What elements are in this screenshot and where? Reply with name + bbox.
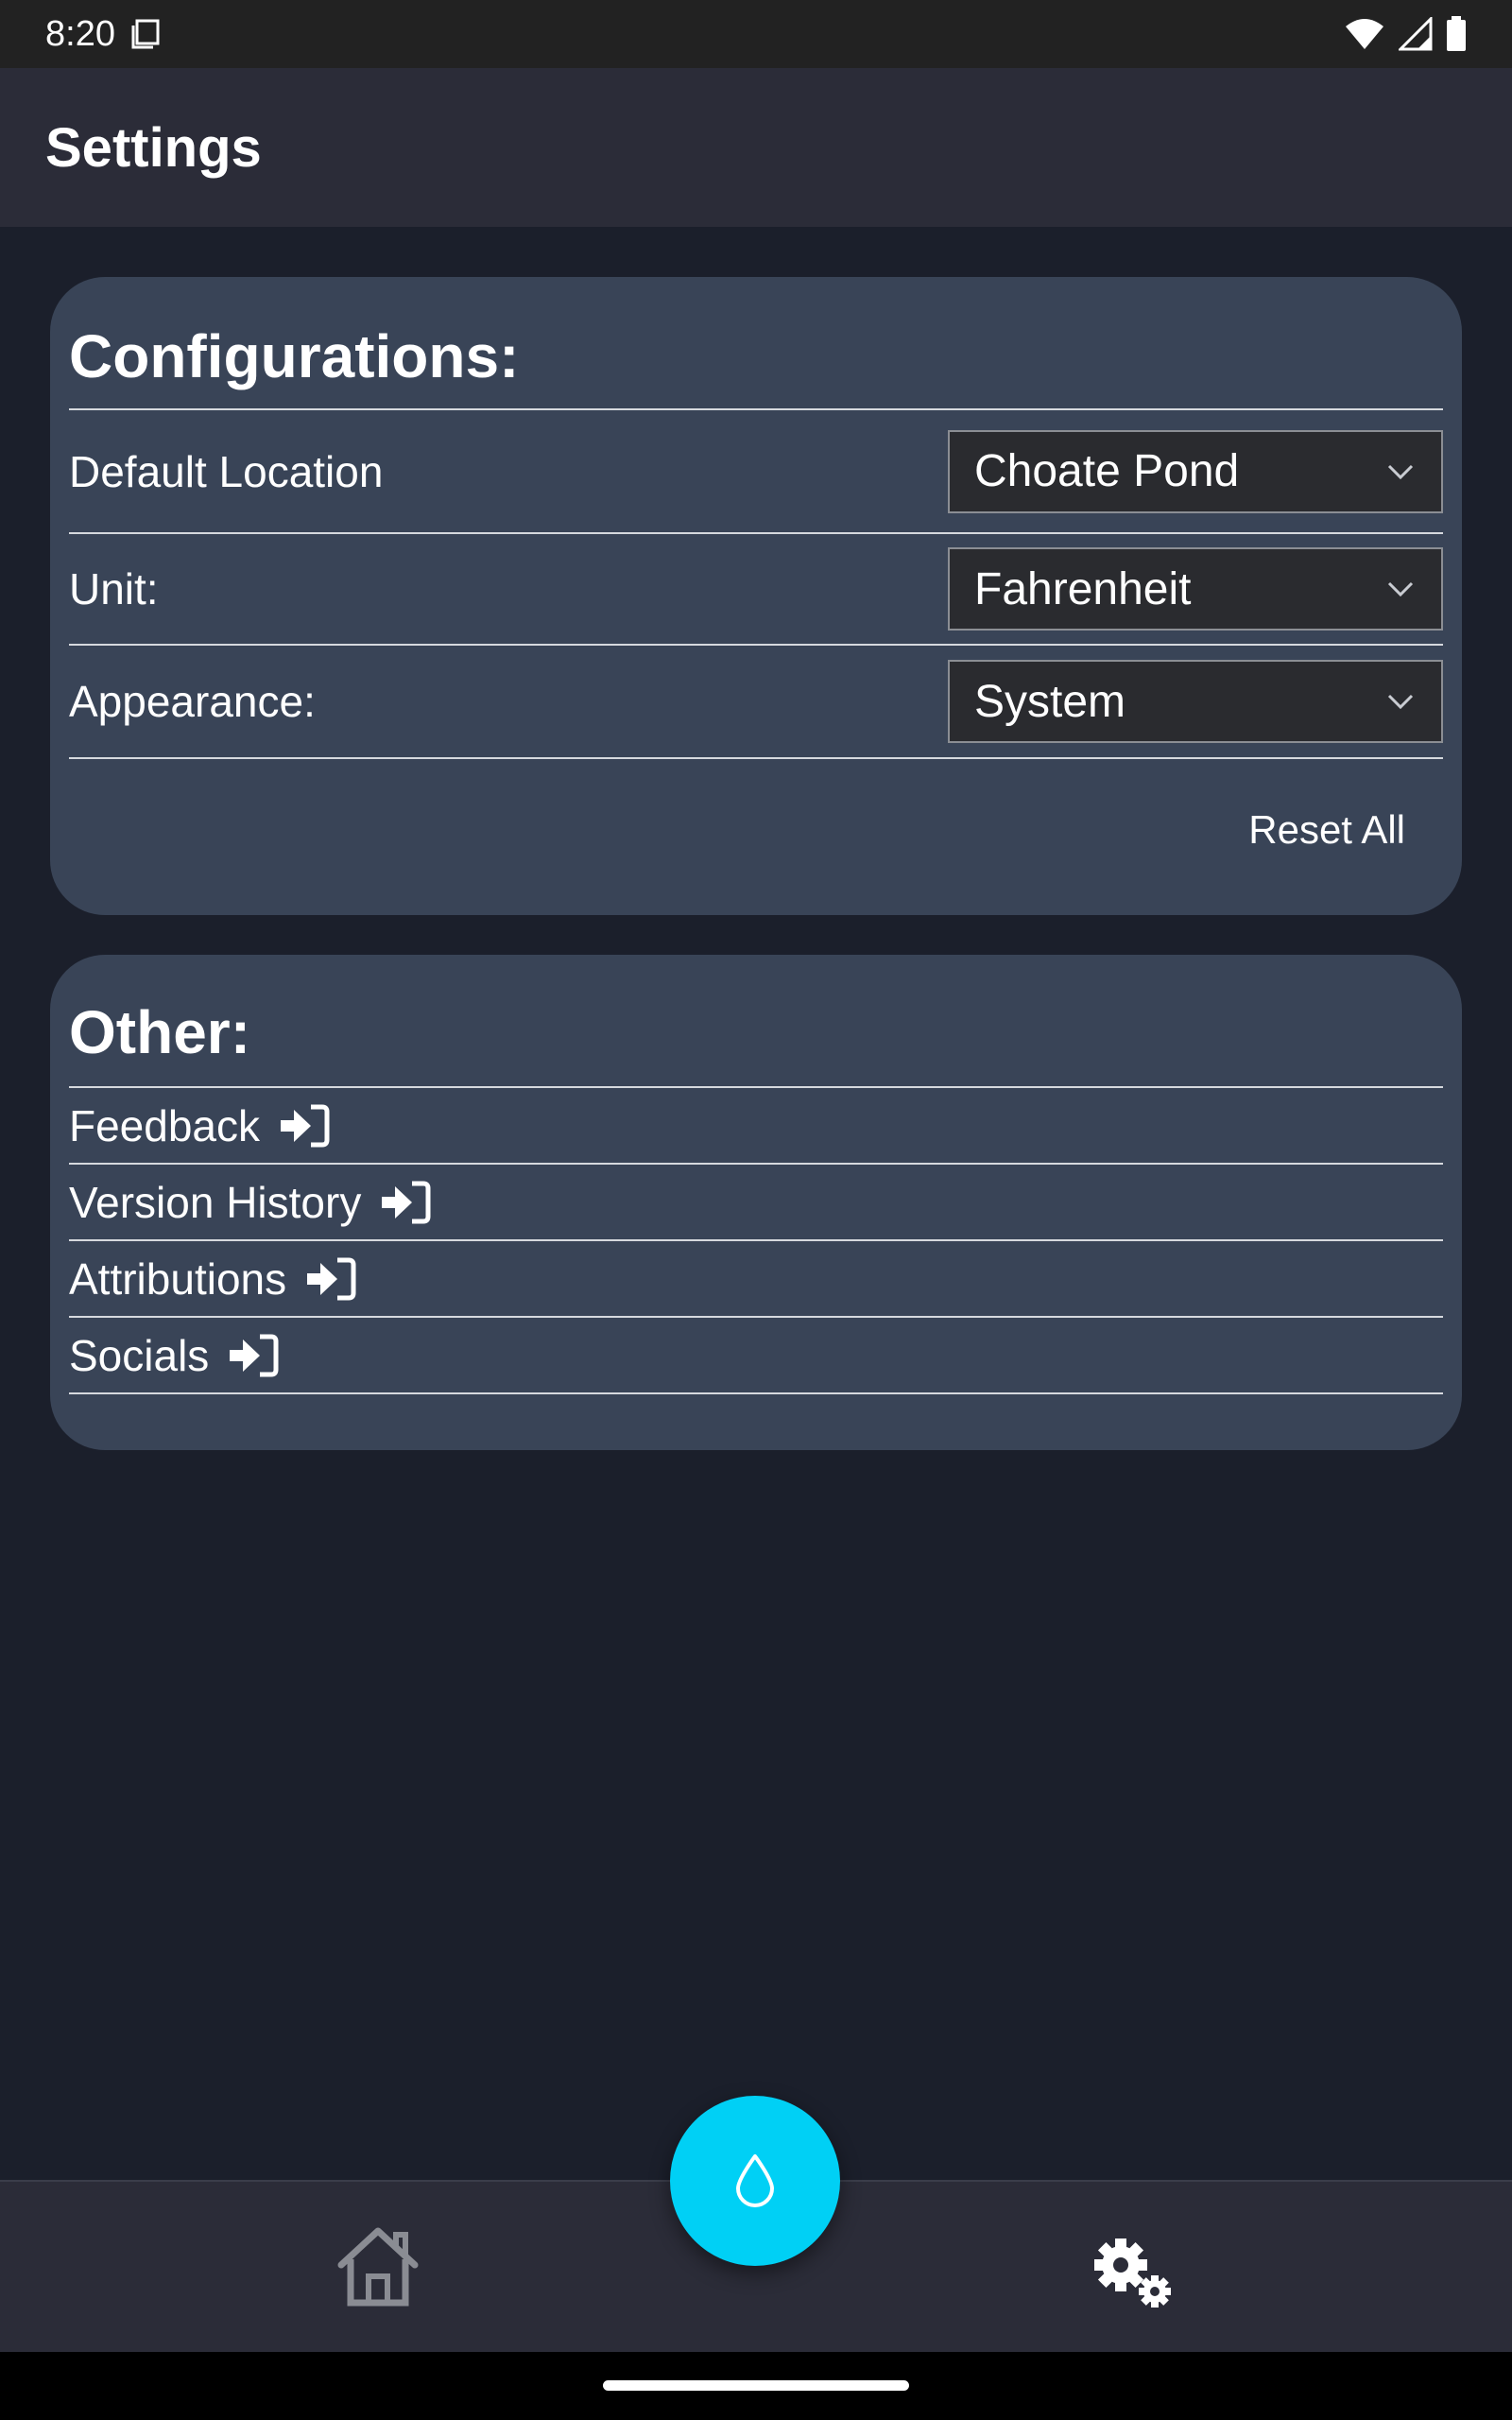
- battery-icon: [1447, 16, 1466, 51]
- chevron-down-icon: [1387, 694, 1414, 710]
- chevron-down-icon: [1387, 581, 1414, 597]
- configurations-card: Configurations: Default Location Choate …: [50, 277, 1462, 915]
- unit-value: Fahrenheit: [974, 563, 1192, 614]
- unit-select[interactable]: Fahrenheit: [948, 547, 1443, 631]
- unit-label: Unit:: [69, 564, 159, 614]
- home-gesture-pill[interactable]: [603, 2380, 909, 2391]
- gesture-area: [0, 2352, 1512, 2420]
- unit-row: Unit: Fahrenheit: [69, 534, 1443, 646]
- reset-all-button[interactable]: Reset All: [1248, 807, 1405, 853]
- appearance-select[interactable]: System: [948, 660, 1443, 743]
- other-heading: Other:: [69, 955, 1443, 1088]
- other-card: Other: Feedback Version History Attribut…: [50, 955, 1462, 1450]
- app-bar: Settings: [0, 68, 1512, 227]
- feedback-label: Feedback: [69, 1100, 261, 1150]
- attributions-link[interactable]: Attributions: [69, 1241, 1443, 1318]
- feedback-link[interactable]: Feedback: [69, 1088, 1443, 1165]
- configurations-heading: Configurations:: [69, 277, 1443, 410]
- signal-icon: [1399, 17, 1433, 51]
- status-bar: 8:20: [0, 0, 1512, 68]
- appearance-row: Appearance: System: [69, 646, 1443, 759]
- chevron-down-icon: [1387, 464, 1414, 479]
- page-title: Settings: [45, 116, 262, 179]
- sign-in-icon: [230, 1334, 279, 1376]
- default-location-row: Default Location Choate Pond: [69, 410, 1443, 534]
- socials-link[interactable]: Socials: [69, 1318, 1443, 1394]
- water-drop-icon: [736, 2154, 774, 2207]
- attributions-label: Attributions: [69, 1253, 287, 1304]
- appearance-label: Appearance:: [69, 677, 316, 726]
- socials-label: Socials: [69, 1330, 210, 1380]
- screenshot-icon: [131, 19, 160, 49]
- gears-icon[interactable]: [1094, 2237, 1174, 2310]
- sign-in-icon: [307, 1257, 356, 1300]
- home-icon[interactable]: [335, 2225, 421, 2307]
- sign-in-icon: [281, 1104, 330, 1147]
- reset-container: Reset All: [69, 759, 1443, 901]
- version-history-link[interactable]: Version History: [69, 1165, 1443, 1241]
- version-history-label: Version History: [69, 1177, 362, 1227]
- status-time: 8:20: [45, 13, 115, 54]
- default-location-select[interactable]: Choate Pond: [948, 429, 1443, 513]
- default-location-value: Choate Pond: [974, 446, 1240, 496]
- sign-in-icon: [382, 1181, 431, 1223]
- wifi-icon: [1346, 19, 1383, 49]
- default-location-label: Default Location: [69, 446, 384, 496]
- appearance-value: System: [974, 676, 1126, 727]
- water-fab-button[interactable]: [670, 2096, 840, 2266]
